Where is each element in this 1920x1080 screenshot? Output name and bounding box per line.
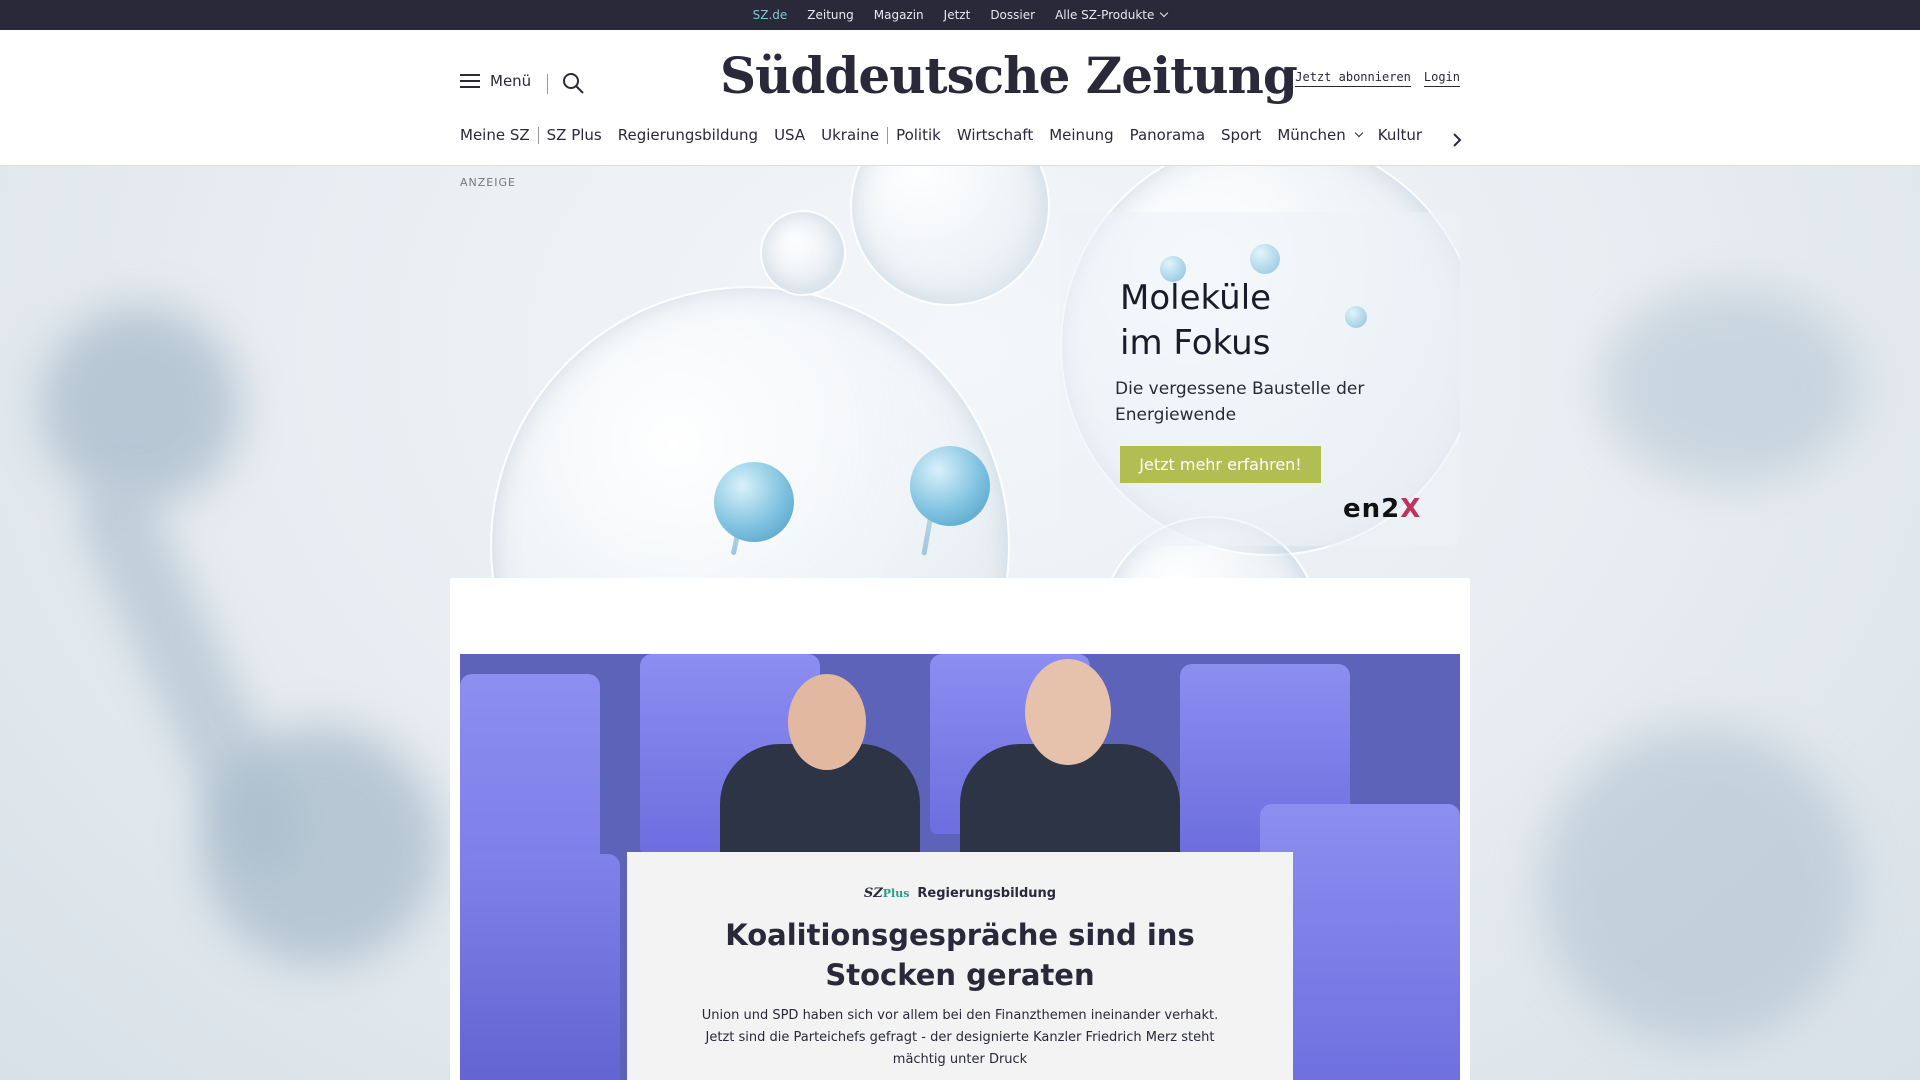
ad-brand-main: en2 [1343, 494, 1401, 524]
topbar-link-all-products[interactable]: Alle SZ-Produkte [1055, 0, 1169, 30]
nav-item-politik[interactable]: Politik [888, 126, 949, 144]
nav-item-sport[interactable]: Sport [1213, 126, 1269, 144]
topbar-link-szde[interactable]: SZ.de [753, 0, 787, 35]
nav-item-regierungsbildung[interactable]: Regierungsbildung [610, 126, 766, 144]
article-headline[interactable]: Koalitionsgespräche sind ins Stocken ger… [680, 915, 1240, 995]
chevron-down-icon [1160, 8, 1169, 18]
kicker-label: Regierungsbildung [917, 886, 1057, 901]
nav-item-ukraine[interactable]: Ukraine [813, 126, 887, 144]
bubble-graphic [850, 166, 1050, 306]
sz-plus-brand: SZ [863, 886, 883, 901]
ad-title-line: Moleküle [1120, 278, 1272, 318]
menu-label: Menü [490, 72, 532, 90]
ad-headline: Moleküle im Fokus [1120, 276, 1420, 366]
topbar-link-jetzt[interactable]: Jetzt [944, 0, 971, 30]
ad-label: ANZEIGE [460, 176, 516, 189]
molecule-graphic [714, 462, 794, 542]
search-button[interactable] [561, 71, 585, 95]
top-product-bar: SZ.de Zeitung Magazin Jetzt Dossier Alle… [0, 0, 1920, 35]
ad-title-line: im Fokus [1120, 323, 1271, 363]
nav-item-wirtschaft[interactable]: Wirtschaft [949, 126, 1041, 144]
site-header: Menü Süddeutsche Zeitung Jetzt abonniere… [0, 30, 1920, 166]
nav-item-label: München [1277, 126, 1346, 144]
bubble-graphic [760, 210, 846, 296]
login-link[interactable]: Login [1423, 70, 1460, 87]
divider [547, 74, 548, 94]
nav-item-muenchen[interactable]: München [1269, 126, 1369, 144]
search-icon [563, 73, 584, 94]
ad-banner[interactable]: Moleküle im Fokus Die vergessene Baustel… [460, 166, 1460, 578]
ad-brand-x: X [1400, 494, 1422, 524]
nav-item-kultur[interactable]: Kultur [1370, 126, 1430, 144]
nav-item-meine-sz[interactable]: Meine SZ [460, 126, 538, 144]
topbar-link-zeitung[interactable]: Zeitung [807, 0, 853, 30]
chevron-right-icon [1453, 133, 1462, 147]
hamburger-icon [460, 74, 480, 88]
topbar-link-magazin[interactable]: Magazin [874, 0, 924, 30]
menu-button[interactable]: Menü [460, 72, 531, 90]
subscribe-link[interactable]: Jetzt abonnieren [1295, 70, 1411, 87]
sz-plus-suffix: Plus [882, 887, 910, 900]
article-lead: Union und SPD haben sich vor allem bei d… [701, 1008, 1219, 1067]
nav-item-meinung[interactable]: Meinung [1041, 126, 1121, 144]
topbar-link-dossier[interactable]: Dossier [990, 0, 1035, 30]
ad-brand-logo: en2X [1343, 494, 1421, 524]
lead-article-teaser[interactable]: SZPlus Regierungsbildung Koalitionsgespr… [627, 852, 1293, 1080]
main-navigation: Meine SZ SZ Plus Regierungsbildung USA U… [460, 126, 1460, 144]
account-links: Jetzt abonnieren Login [1295, 70, 1460, 87]
nav-item-sz-plus[interactable]: SZ Plus [539, 126, 610, 144]
ad-subtitle: Die vergessene Baustelle der Energiewend… [1115, 379, 1365, 425]
nav-scroll-right-button[interactable] [1450, 132, 1464, 147]
sz-plus-badge: SZPlus [864, 886, 910, 901]
nav-item-panorama[interactable]: Panorama [1122, 126, 1213, 144]
nav-item-usa[interactable]: USA [766, 126, 813, 144]
site-logo[interactable]: Süddeutsche Zeitung [720, 46, 1298, 105]
all-products-label: Alle SZ-Produkte [1055, 8, 1155, 22]
chevron-down-icon [1354, 128, 1364, 138]
molecule-graphic [910, 446, 990, 526]
ad-cta-button[interactable]: Jetzt mehr erfahren! [1120, 446, 1321, 483]
article-kicker: SZPlus Regierungsbildung [627, 886, 1293, 901]
